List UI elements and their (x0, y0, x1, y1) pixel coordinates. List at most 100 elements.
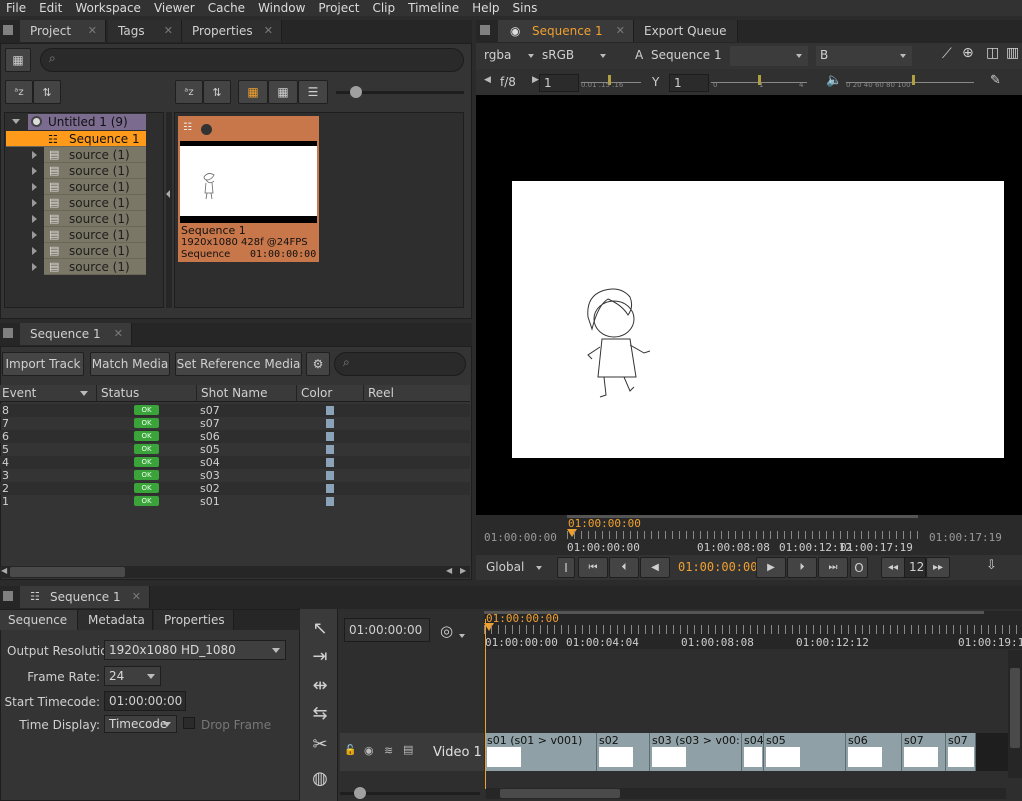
gear-icon[interactable]: ⚙ (306, 352, 330, 376)
step-down-icon[interactable]: ◀ (484, 75, 491, 85)
close-icon[interactable]: ✕ (114, 323, 123, 345)
select-tool-icon[interactable]: ↖ (306, 615, 334, 643)
import-track-button[interactable]: Import Track (2, 352, 84, 376)
mark-in-button[interactable]: I (557, 557, 575, 578)
sort-az-button[interactable]: ᵃz (5, 80, 33, 104)
timeline-hscroll[interactable] (486, 788, 1006, 799)
sort-order-button[interactable]: ⇅ (33, 80, 61, 104)
step-up-icon[interactable]: ▶ (532, 75, 539, 85)
snap-icon[interactable]: ◎ (440, 622, 453, 640)
go-to-start-icon[interactable]: ⏮ (578, 557, 608, 578)
mark-out-button[interactable]: O (850, 557, 868, 578)
a-wipe-dropdown[interactable] (730, 46, 808, 66)
timeline-clip-s05[interactable]: s05 (764, 733, 846, 771)
export-icon[interactable]: ⇩ (986, 558, 997, 573)
go-to-end-icon[interactable]: ⏭ (818, 557, 848, 578)
colorspace-dropdown[interactable]: sRGB (542, 48, 574, 62)
menu-project[interactable]: Project (312, 0, 366, 16)
menu-window[interactable]: Window (252, 0, 312, 16)
menu-timeline[interactable]: Timeline (402, 0, 466, 16)
viewer-ruler-ticks[interactable] (567, 531, 918, 539)
gain-slider[interactable]: 0.01 .15 .16 (581, 75, 641, 89)
a-input-dropdown[interactable]: Sequence 1 (651, 48, 722, 62)
scope-dropdown[interactable]: Global (486, 560, 524, 574)
sort-order-button-right[interactable]: ⇅ (203, 80, 231, 104)
set-reference-media-button[interactable]: Set Reference Media (175, 352, 302, 376)
tree-root[interactable]: Untitled 1 (9) (12, 114, 146, 130)
menu-clip[interactable]: Clip (366, 0, 402, 16)
grid-view-icon[interactable]: ▦ (5, 48, 31, 72)
col-color[interactable]: Color (301, 386, 332, 400)
split-view-icon[interactable]: ◫ (986, 45, 999, 61)
razor-tool-icon[interactable]: ✂ (306, 731, 334, 759)
step-back-icon[interactable]: ⏴ (609, 557, 639, 578)
eye-icon[interactable]: ◉ (364, 744, 374, 757)
ripple-tool-icon[interactable]: ⇹ (306, 672, 334, 700)
eyedropper-icon[interactable]: ✎ (990, 73, 1001, 88)
transport-timecode[interactable]: 01:00:00:00 (678, 560, 757, 574)
table-row[interactable]: 1 OK s01 (0, 495, 470, 508)
track-select-tool-icon[interactable]: ⇥ (306, 643, 334, 671)
col-shot-name[interactable]: Shot Name (201, 386, 268, 400)
timeline-clip-s03[interactable]: s03 (s03 > v00: (650, 733, 742, 771)
volume-icon[interactable]: 🔈 (826, 73, 842, 88)
menu-workspace[interactable]: Workspace (69, 0, 148, 16)
splitter[interactable] (166, 112, 172, 308)
table-row[interactable]: 5 OK s05 (0, 443, 470, 456)
tree-item-sequence[interactable]: ☷ Sequence 1 (6, 131, 146, 147)
tree-item-source[interactable]: ▤ source (1) (32, 227, 146, 243)
table-row[interactable]: 2 OK s02 (0, 482, 470, 495)
frame-rate-dropdown[interactable]: 24 (104, 666, 161, 686)
subtab-metadata[interactable]: Metadata (78, 610, 153, 630)
volume-slider[interactable]: 0 20 40 60 80 100 (846, 75, 974, 89)
timeline-vscroll[interactable] (1008, 650, 1022, 778)
tab-properties[interactable]: Properties ✕ (182, 20, 282, 42)
small-thumbnail-view-icon[interactable]: ▦ (268, 80, 298, 104)
menu-file[interactable]: File (0, 0, 33, 16)
multi-view-tool-icon[interactable]: ◍ (306, 765, 334, 793)
horizontal-scrollbar[interactable]: ◀ ◀ ▶ (0, 566, 470, 578)
timeline-clip-s01[interactable]: s01 (s01 > v001) (485, 733, 597, 771)
play-reverse-icon[interactable]: ◀ (640, 557, 670, 578)
subtab-properties[interactable]: Properties (154, 610, 234, 630)
expand-icon[interactable] (12, 119, 20, 124)
sort-az-button-right[interactable]: ᵃz (175, 80, 203, 104)
table-row[interactable]: 8 OK s07 (0, 404, 470, 417)
timeline-zoom-slider[interactable] (340, 787, 480, 799)
timeline-clip-s02[interactable]: s02 (597, 733, 650, 771)
frame-forward-icon[interactable]: ▸▸ (926, 557, 950, 578)
panel-grip-icon[interactable] (3, 591, 13, 601)
col-reel[interactable]: Reel (368, 386, 394, 400)
timeline-timecode-input[interactable]: 01:00:00:00 (344, 618, 430, 642)
gamma-input[interactable]: 1 (669, 74, 709, 92)
panel-grip-icon[interactable] (480, 25, 490, 35)
tab-export-queue[interactable]: Export Queue (634, 20, 738, 42)
project-search-input[interactable]: ⌕ (40, 48, 464, 72)
col-status[interactable]: Status (101, 386, 139, 400)
panel-grip-icon[interactable] (3, 25, 13, 35)
tab-viewer-sequence[interactable]: ◉ Sequence 1 ✕ (498, 20, 634, 42)
table-row[interactable]: 6 OK s06 (0, 430, 470, 443)
thumbnail-view-icon[interactable]: ▦ (238, 80, 268, 104)
timeline-clip-s06[interactable]: s06 (846, 733, 902, 771)
output-resolution-dropdown[interactable]: 1920x1080 HD_1080 (104, 640, 286, 660)
track-options-icon[interactable]: ▤ (403, 743, 413, 756)
menu-sins[interactable]: Sins (507, 0, 545, 16)
lock-icon[interactable]: 🔓 (344, 745, 356, 756)
layers-icon[interactable]: ≋ (384, 744, 393, 757)
close-icon[interactable]: ✕ (88, 20, 97, 42)
channels-dropdown[interactable]: rgba (484, 48, 511, 62)
timeline-clip-s07[interactable]: s07 (902, 733, 946, 771)
slip-tool-icon[interactable]: ⇆ (306, 700, 334, 728)
play-icon[interactable]: ▶ (756, 557, 786, 578)
close-icon[interactable]: ✕ (164, 20, 173, 42)
tab-sequence-spreadsheet[interactable]: Sequence 1 ✕ (20, 323, 132, 345)
viewer-canvas[interactable] (476, 95, 1022, 515)
sequence-thumbnail-card[interactable]: ☷ Sequence 1 1920x1080 428f @24FPS Seque… (178, 116, 319, 262)
tree-item-source[interactable]: ▤ source (1) (32, 147, 146, 163)
list-view-icon[interactable]: ☰ (298, 80, 328, 104)
spreadsheet-search-input[interactable]: ⌕ (334, 352, 466, 376)
tree-item-source[interactable]: ▤ source (1) (32, 243, 146, 259)
menu-edit[interactable]: Edit (33, 0, 69, 16)
timeline-clip-s04[interactable]: s04 (742, 733, 764, 771)
